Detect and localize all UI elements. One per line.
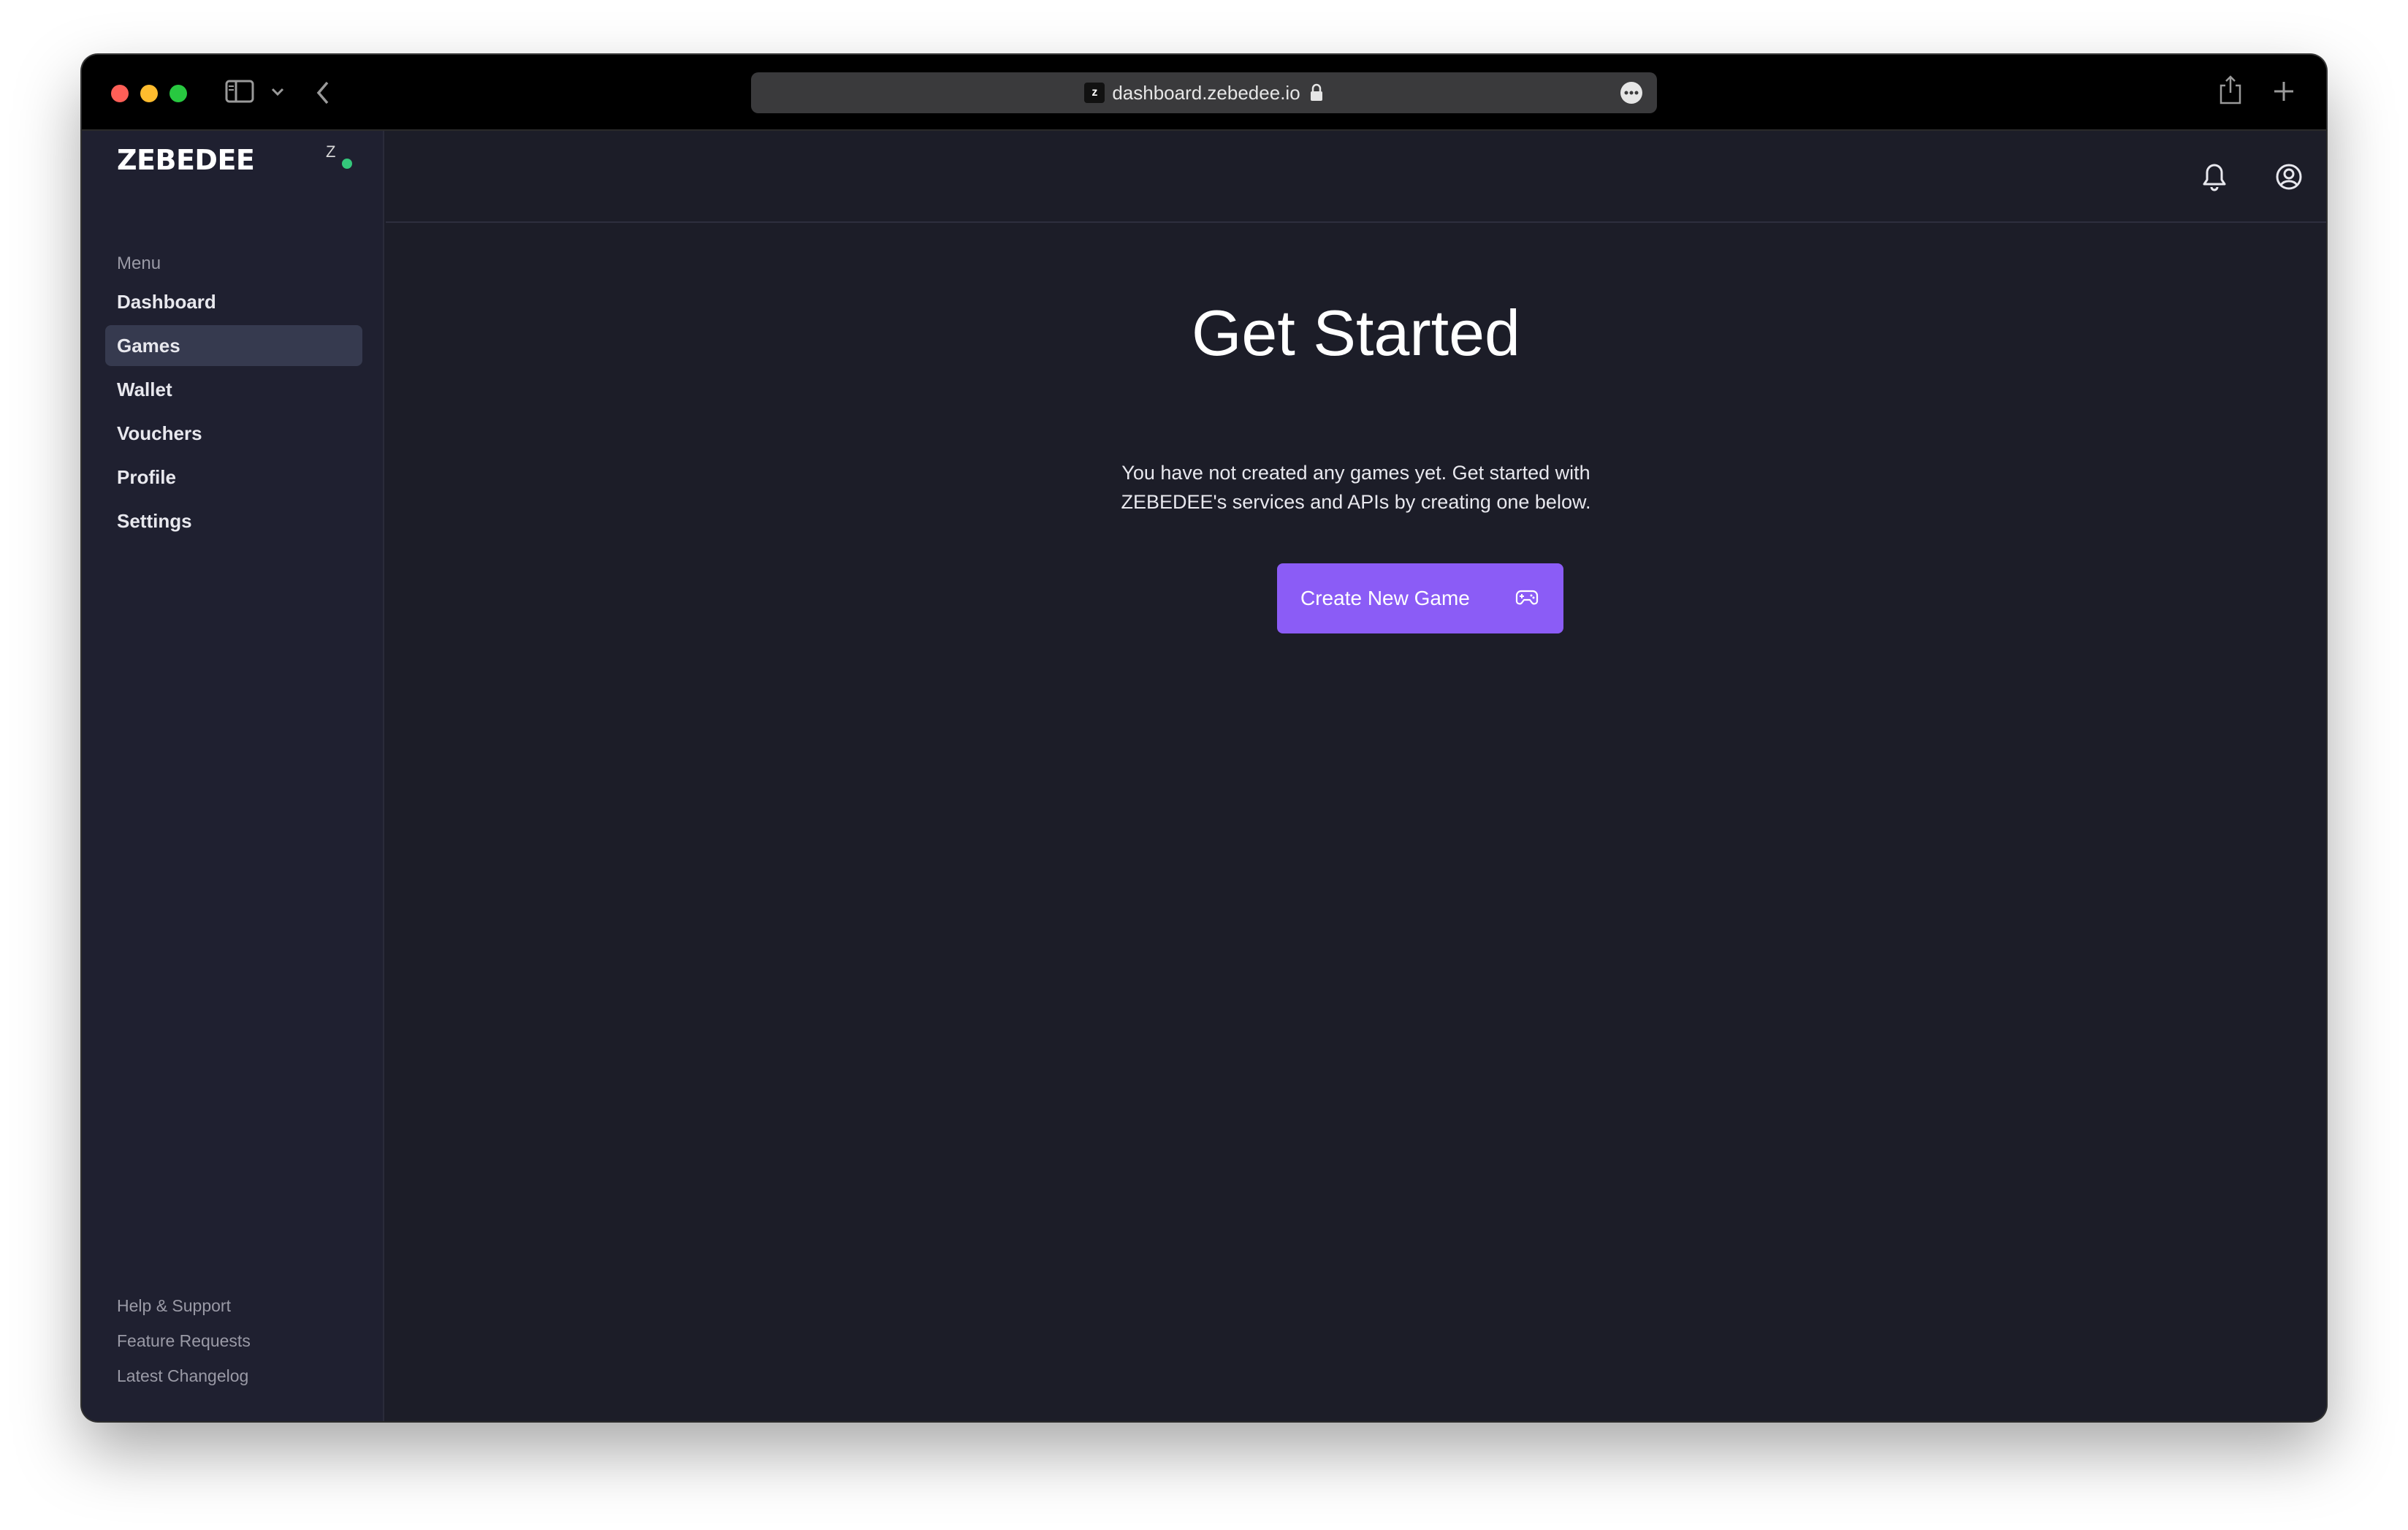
url-text: dashboard.zebedee.io: [1112, 81, 1300, 104]
main-area: Get Started You have not created any gam…: [386, 131, 2326, 1421]
close-window-button[interactable]: [111, 85, 129, 102]
page-title: Get Started: [1191, 297, 1520, 369]
plus-icon[interactable]: [2272, 80, 2295, 103]
feature-requests-link[interactable]: Feature Requests: [117, 1323, 251, 1358]
avatar-letter: Z: [326, 142, 336, 161]
sidebar-footer: Help & Support Feature Requests Latest C…: [117, 1288, 251, 1393]
sidebar-item-settings[interactable]: Settings: [105, 501, 362, 541]
online-status-indicator: [342, 159, 352, 169]
brand-logo[interactable]: ZEBEDEE: [117, 144, 255, 176]
create-new-game-button[interactable]: Create New Game: [1277, 563, 1563, 633]
top-bar: [386, 131, 2326, 223]
address-bar[interactable]: z dashboard.zebedee.io: [751, 72, 1657, 113]
more-icon[interactable]: [1620, 82, 1642, 104]
help-support-link[interactable]: Help & Support: [117, 1288, 251, 1323]
create-new-game-label: Create New Game: [1300, 587, 1470, 609]
back-arrow-icon[interactable]: [314, 80, 332, 106]
sidebar-toggle-icon[interactable]: [225, 80, 254, 103]
lock-icon: [1309, 83, 1324, 102]
browser-titlebar: z dashboard.zebedee.io: [82, 55, 2326, 131]
bell-icon[interactable]: [2198, 160, 2231, 194]
sidebar-item-profile[interactable]: Profile: [105, 457, 362, 498]
maximize-window-button[interactable]: [169, 85, 187, 102]
latest-changelog-link[interactable]: Latest Changelog: [117, 1358, 251, 1393]
avatar[interactable]: Z: [326, 142, 355, 172]
user-circle-icon[interactable]: [2272, 160, 2306, 194]
sidebar-item-wallet[interactable]: Wallet: [105, 369, 362, 410]
share-icon[interactable]: [2218, 74, 2243, 106]
chevron-down-icon[interactable]: [270, 87, 285, 97]
minimize-window-button[interactable]: [140, 85, 158, 102]
sidebar-item-vouchers[interactable]: Vouchers: [105, 413, 362, 454]
sidebar-item-dashboard[interactable]: Dashboard: [105, 281, 362, 322]
browser-window: z dashboard.zebedee.io ZEBEDEE Z Menu Da…: [82, 55, 2326, 1421]
site-favicon: z: [1084, 83, 1105, 103]
sidebar-item-games[interactable]: Games: [105, 325, 362, 366]
empty-state-description: You have not created any games yet. Get …: [1121, 462, 1591, 513]
gamepad-icon: [1515, 588, 1539, 612]
menu-heading: Menu: [117, 254, 161, 273]
sidebar-nav: Dashboard Games Wallet Vouchers Profile …: [105, 281, 362, 544]
